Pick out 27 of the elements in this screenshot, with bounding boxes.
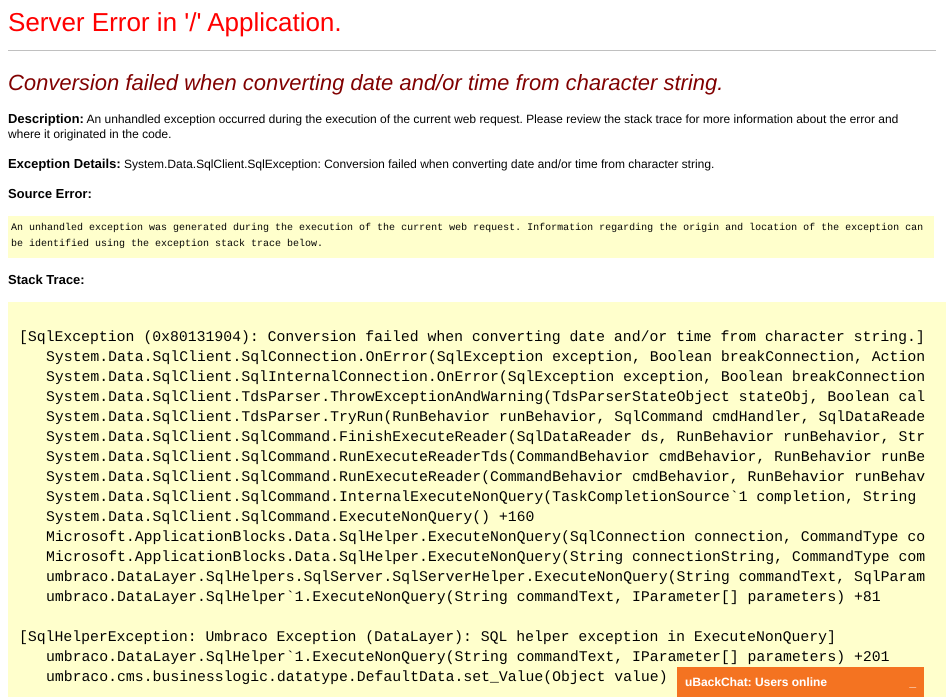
exception-header: [SqlHelperException: Umbraco Exception (DataLayer): SQL helper exception in ExecuteNonQuery] xyxy=(19,629,836,648)
stack-frame: System.Data.SqlClient.TdsParser.TryRun(RunBehavior runBehavior, SqlCommand cmdHandler, SqlDataReade xyxy=(19,408,926,428)
stack-trace-heading: Stack Trace: xyxy=(8,272,86,288)
source-error-heading: Source Error: xyxy=(8,186,93,202)
source-error-text: An unhandled exception was generated during the execution of the current web request. Information regarding the origin and location of the exception can be identified using the exception stack trace below. xyxy=(8,216,934,258)
stack-frame: System.Data.SqlClient.SqlCommand.FinishExecuteReader(SqlDataReader ds, RunBehavior runBehavior, Str xyxy=(19,428,926,448)
stack-frame: umbraco.DataLayer.SqlHelper`1.ExecuteNonQuery(String commandText, IParameter[] parameters) +201 xyxy=(19,648,890,668)
minimize-button[interactable]: _ xyxy=(909,673,916,691)
stack-frame: System.Data.SqlClient.SqlConnection.OnError(SqlException exception, Boolean breakConnection, Action xyxy=(19,348,926,368)
chat-widget-bar[interactable]: uBackChat: Users online _ xyxy=(677,667,924,697)
stack-frame: Microsoft.ApplicationBlocks.Data.SqlHelper.ExecuteNonQuery(SqlConnection connection, CommandType co xyxy=(19,528,926,548)
exception-details-text: Exception Details: System.Data.SqlClient.SqlException: Conversion failed when converting date and/or time from character string. xyxy=(8,156,716,172)
stack-frame: umbraco.DataLayer.SqlHelper`1.ExecuteNonQuery(String commandText, IParameter[] parameters) +81 xyxy=(19,588,881,608)
stack-frame: Microsoft.ApplicationBlocks.Data.SqlHelper.ExecuteNonQuery(String connectionString, CommandType com xyxy=(19,548,926,568)
stack-frame: umbraco.DataLayer.SqlHelpers.SqlServer.SqlServerHelper.ExecuteNonQuery(String commandText, SqlParam xyxy=(19,568,926,588)
stack-frame: umbraco.cms.businesslogic.datatype.DefaultData.set_Value(Object value) xyxy=(19,668,668,688)
chat-widget-title: uBackChat: Users online xyxy=(685,674,828,691)
error-message: Conversion failed when converting date and/or time from character string. xyxy=(8,69,724,97)
description-text: Description: An unhandled exception occurred during the execution of the current web request. Please review the stack trace for more information about the error and where it originated in the code. xyxy=(8,111,900,142)
page-title: Server Error in '/' Application. xyxy=(8,6,343,38)
stack-frame: System.Data.SqlClient.SqlCommand.InternalExecuteNonQuery(TaskCompletionSource`1 completion, String xyxy=(19,488,916,508)
stack-frame: System.Data.SqlClient.SqlInternalConnection.OnError(SqlException exception, Boolean breakConnection xyxy=(19,368,926,388)
stack-frame: System.Data.SqlClient.SqlCommand.ExecuteNonQuery() +160 xyxy=(19,508,534,528)
stack-frame: System.Data.SqlClient.SqlCommand.RunExecuteReaderTds(CommandBehavior cmdBehavior, RunBehavior runBe xyxy=(19,448,926,468)
stack-frame: System.Data.SqlClient.TdsParser.ThrowExceptionAndWarning(TdsParserStateObject stateObj, Boolean cal xyxy=(19,388,926,408)
exception-header: [SqlException (0x80131904): Conversion failed when converting date and/or time from character string.] xyxy=(19,329,925,348)
stack-frame: System.Data.SqlClient.SqlCommand.RunExecuteReader(CommandBehavior cmdBehavior, RunBehavior runBehav xyxy=(19,468,926,488)
